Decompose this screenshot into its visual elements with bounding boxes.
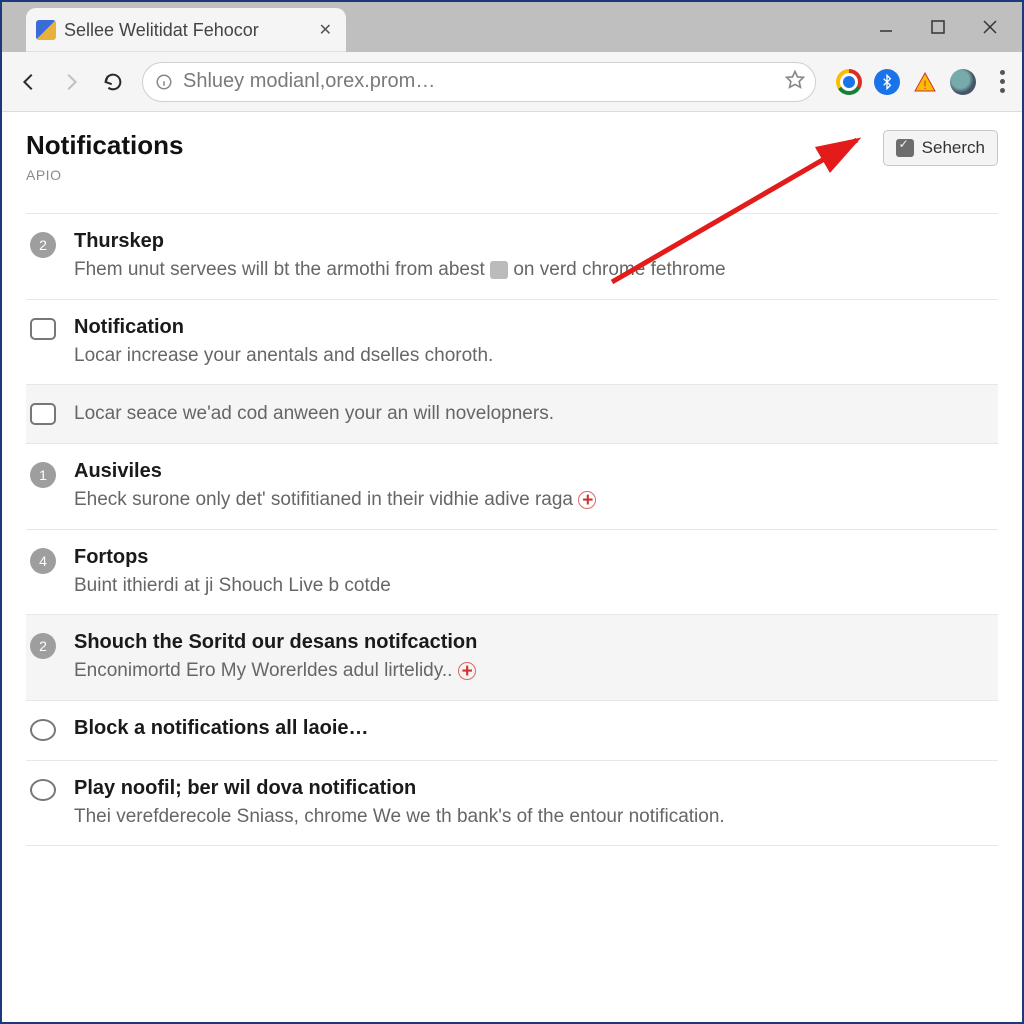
- bookmark-star-icon[interactable]: [785, 69, 805, 94]
- list-item-body: Fortops Buint ithierdi at ji Shouch Live …: [74, 546, 994, 599]
- search-button-label: Seherch: [922, 138, 985, 158]
- reload-button[interactable]: [94, 63, 132, 101]
- count-badge-icon: 4: [30, 548, 56, 574]
- count-badge-icon: 1: [30, 462, 56, 488]
- list-item[interactable]: 4 Fortops Buint ithierdi at ji Shouch Live…: [26, 530, 998, 616]
- list-item-body: Block a notifications all laoie…: [74, 717, 994, 744]
- list-item[interactable]: Block a notifications all laoie…: [26, 701, 998, 761]
- maximize-button[interactable]: [912, 9, 964, 45]
- extension-icons: !: [826, 69, 986, 95]
- list-item[interactable]: 2 Thurskep Fhem unut servees will bt the a…: [26, 213, 998, 300]
- favicon-icon: [36, 20, 56, 40]
- count-badge-icon: 2: [30, 232, 56, 258]
- warning-triangle-icon[interactable]: !: [912, 69, 938, 95]
- address-bar[interactable]: Shluey modianl,orex.prom…: [142, 62, 816, 102]
- close-window-button[interactable]: [964, 9, 1016, 45]
- list-item[interactable]: Notification Locar increase your anentals…: [26, 300, 998, 386]
- forward-button[interactable]: [52, 63, 90, 101]
- list-item-body: Shouch the Soritd our desans notifcactio…: [74, 631, 994, 684]
- list-item-title: Thurskep: [74, 230, 994, 253]
- list-item-title: Play noofil; ber wil dova notification: [74, 777, 994, 800]
- list-item-title: Ausiviles: [74, 460, 994, 483]
- list-item-title: Fortops: [74, 546, 994, 569]
- bluetooth-icon[interactable]: [874, 69, 900, 95]
- checkbox-input[interactable]: [30, 403, 56, 425]
- add-red-icon: [458, 662, 476, 680]
- chrome-logo-icon[interactable]: [836, 69, 862, 95]
- placeholder-icon: [490, 261, 508, 279]
- count-badge-icon: 2: [30, 633, 56, 659]
- browser-window: Sellee Welitidat Fehocor ✕: [0, 0, 1024, 1024]
- add-red-icon: [578, 491, 596, 509]
- minimize-button[interactable]: [860, 9, 912, 45]
- svg-text:!: !: [923, 78, 926, 92]
- page-content: Notifications APIO Seherch 2 Thurskep Fhem…: [2, 112, 1022, 1022]
- page-header: Notifications APIO Seherch: [26, 130, 998, 183]
- radio-input[interactable]: [30, 779, 56, 801]
- list-item-body: Locar seace we'ad cod anween your an wil…: [74, 401, 994, 427]
- list-item[interactable]: 1 Ausiviles Eheck surone only det' sotifit…: [26, 444, 998, 530]
- list-item-desc: Eheck surone only det' sotifitianed in t…: [74, 487, 994, 513]
- site-info-icon[interactable]: [153, 71, 175, 93]
- list-item-body: Notification Locar increase your anentals…: [74, 316, 994, 369]
- list-item-title: Shouch the Soritd our desans notifcactio…: [74, 631, 994, 654]
- list-item-desc: Fhem unut servees will bt the armothi fr…: [74, 257, 994, 283]
- search-button[interactable]: Seherch: [883, 130, 998, 166]
- browser-menu-button[interactable]: [990, 70, 1014, 93]
- tab-strip: Sellee Welitidat Fehocor ✕: [2, 2, 1022, 52]
- close-tab-icon[interactable]: ✕: [319, 20, 332, 40]
- url-text: Shluey modianl,orex.prom…: [183, 70, 777, 93]
- window-controls: [860, 2, 1022, 52]
- radio-input[interactable]: [30, 719, 56, 741]
- list-item-body: Play noofil; ber wil dova notification Th…: [74, 777, 994, 830]
- list-item-desc: Locar increase your anentals and dselles…: [74, 343, 994, 369]
- tab-title: Sellee Welitidat Fehocor: [64, 20, 259, 41]
- list-item-desc: Buint ithierdi at ji Shouch Live b cotde: [74, 573, 994, 599]
- browser-tab[interactable]: Sellee Welitidat Fehocor ✕: [26, 8, 346, 52]
- list-item-desc: Locar seace we'ad cod anween your an wil…: [74, 401, 994, 427]
- profile-avatar-icon[interactable]: [950, 69, 976, 95]
- list-item-desc: Enconimortd Ero My Worerldes adul lirtel…: [74, 658, 994, 684]
- page-subtitle: APIO: [26, 167, 183, 183]
- notification-list: 2 Thurskep Fhem unut servees will bt the a…: [26, 213, 998, 846]
- browser-toolbar: Shluey modianl,orex.prom… !: [2, 52, 1022, 112]
- list-item-title: Block a notifications all laoie…: [74, 717, 994, 740]
- list-item-title: Notification: [74, 316, 994, 339]
- back-button[interactable]: [10, 63, 48, 101]
- checkbox-input[interactable]: [30, 318, 56, 340]
- list-item-body: Ausiviles Eheck surone only det' sotifiti…: [74, 460, 994, 513]
- clipboard-check-icon: [896, 139, 914, 157]
- list-item[interactable]: 2 Shouch the Soritd our desans notifcacti…: [26, 615, 998, 701]
- list-item-body: Thurskep Fhem unut servees will bt the ar…: [74, 230, 994, 283]
- list-item[interactable]: Locar seace we'ad cod anween your an wil…: [26, 385, 998, 444]
- page-title: Notifications: [26, 130, 183, 161]
- list-item-desc: Thei verefderecole Sniass, chrome We we …: [74, 804, 994, 830]
- list-item[interactable]: Play noofil; ber wil dova notification Th…: [26, 761, 998, 847]
